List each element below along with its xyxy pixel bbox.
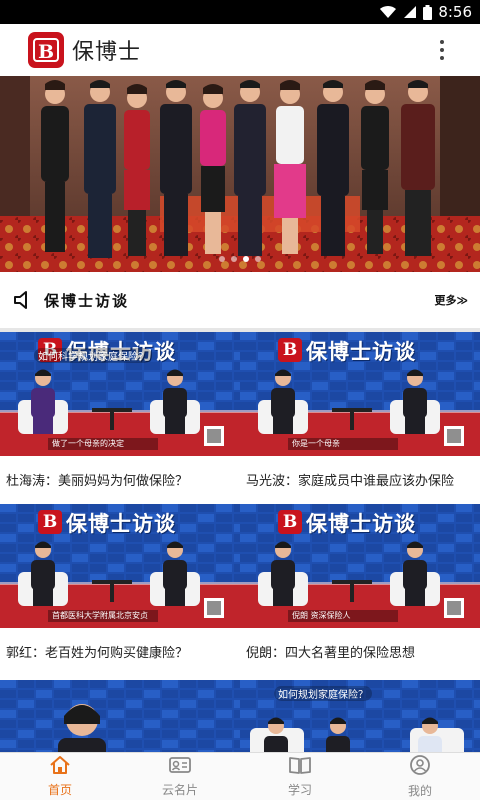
thumbnail-logo: B — [278, 338, 302, 362]
carousel-indicator — [0, 256, 480, 262]
video-card[interactable]: 保博士访谈 B 如何科学规划家庭保险？ 做了一个母亲的决定 杜海涛：美丽妈妈为何做保险？ — [0, 332, 240, 504]
wifi-icon — [379, 5, 397, 19]
more-link[interactable]: 更多≫ — [434, 292, 468, 308]
book-icon — [288, 755, 312, 779]
carousel-dot — [231, 256, 237, 262]
banner-carousel[interactable] — [0, 76, 480, 272]
thumbnail-lower-third: 倪朗 资深保险人 — [292, 611, 351, 620]
thumbnail-subtitle: 如何科学规划家庭保险？ — [34, 348, 152, 363]
overflow-menu-button[interactable] — [430, 36, 454, 64]
carousel-dot — [255, 256, 261, 262]
app-logo: B — [28, 32, 64, 68]
thumbnail-lower-third: 做了一个母亲的决定 — [52, 439, 124, 448]
nav-label: 学习 — [287, 783, 312, 797]
banner-people — [41, 80, 435, 258]
bottom-navigation: 首页 云名片 学习 我的 — [0, 752, 480, 800]
thumbnail-logo: B — [278, 510, 302, 534]
nav-item-profile[interactable]: 我的 — [360, 753, 480, 800]
thumbnail-title: 保博士访谈 — [66, 512, 176, 536]
thumbnail-lower-third: 你是一个母亲 — [292, 439, 340, 448]
video-thumbnail: 如何规划家庭保险？ — [240, 680, 480, 752]
thumbnail-logo: B — [38, 510, 62, 534]
thumbnail-title: 保博士访谈 — [306, 340, 416, 364]
status-time: 8:56 — [438, 3, 472, 21]
carousel-dot — [243, 256, 249, 262]
video-title: 郭红：老百姓为何购买健康险？ — [6, 646, 189, 661]
video-title: 马光波：家庭成员中谁最应该办保险 — [246, 474, 455, 489]
speaker-icon — [12, 288, 36, 312]
banner-image — [0, 76, 480, 272]
video-thumbnail: 保博士访谈 B 倪朗 资深保险人 — [240, 504, 480, 628]
nav-item-home[interactable]: 首页 — [0, 753, 120, 800]
home-icon — [49, 755, 71, 779]
profile-icon — [409, 754, 431, 780]
battery-icon — [423, 4, 433, 20]
app-title: 保博士 — [72, 40, 142, 65]
app-bar: B 保博士 — [0, 24, 480, 76]
video-card[interactable]: 保博士访谈 B 你是一个母亲马光波：家庭成员中谁最应该办保险 — [240, 332, 480, 504]
nav-item-study[interactable]: 学习 — [240, 753, 360, 800]
section-header: 保博士访谈 更多≫ — [0, 272, 480, 328]
video-title: 倪朗：四大名著里的保险思想 — [246, 646, 416, 661]
dot — [440, 40, 444, 44]
video-card[interactable]: 保博士访谈 B 首都医科大学附属北京安贞郭红：老百姓为何购买健康险？ — [0, 504, 240, 676]
dot — [440, 56, 444, 60]
nav-label: 我的 — [407, 784, 432, 798]
svg-text:B: B — [38, 41, 54, 63]
video-title: 杜海涛：美丽妈妈为何做保险？ — [6, 474, 189, 489]
signal-icon — [403, 5, 417, 19]
nav-item-business-card[interactable]: 云名片 — [120, 753, 240, 800]
video-card[interactable]: 保博士访谈 B 倪朗 资深保险人倪朗：四大名著里的保险思想 — [240, 504, 480, 676]
thumbnail-scene — [0, 680, 240, 752]
thumbnail-subtitle: 如何规划家庭保险？ — [274, 686, 372, 701]
video-thumbnail — [0, 680, 240, 752]
video-card[interactable]: 如何规划家庭保险？ — [240, 680, 480, 752]
section-title: 保博士访谈 — [44, 291, 130, 310]
carousel-dot — [219, 256, 225, 262]
thumbnail-lower-third: 首都医科大学附属北京安贞 — [52, 611, 148, 620]
dot — [440, 48, 444, 52]
business-card-icon — [168, 755, 192, 779]
video-thumbnail: 保博士访谈 B 如何科学规划家庭保险？ 做了一个母亲的决定 — [0, 332, 240, 456]
thumbnail-title: 保博士访谈 — [306, 512, 416, 536]
status-bar: 8:56 — [0, 0, 480, 24]
video-thumbnail: 保博士访谈 B 首都医科大学附属北京安贞 — [0, 504, 240, 628]
video-thumbnail: 保博士访谈 B 你是一个母亲 — [240, 332, 480, 456]
nav-label: 首页 — [47, 783, 72, 797]
video-card[interactable] — [0, 680, 240, 752]
nav-label: 云名片 — [161, 783, 198, 797]
